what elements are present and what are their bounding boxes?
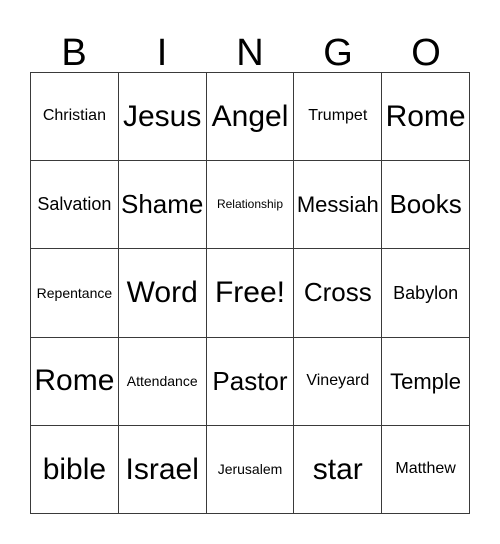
bingo-cell-g4[interactable]: Vineyard <box>294 337 383 426</box>
bingo-cell-b4[interactable]: Rome <box>31 337 119 426</box>
bingo-cell-label: Temple <box>390 368 462 394</box>
header-letter-b: B <box>61 32 87 74</box>
bingo-cell-g2[interactable]: Messiah <box>294 161 383 250</box>
bingo-cell-label: Angel <box>211 99 289 133</box>
bingo-cell-label: Repentance <box>36 284 113 301</box>
bingo-cell-label: Jesus <box>123 99 202 133</box>
bingo-cell-label: Jerusalem <box>217 461 283 478</box>
header-letter-o: O <box>411 32 441 74</box>
bingo-cell-b2[interactable]: Salvation <box>31 161 119 250</box>
bingo-cell-i3[interactable]: Word <box>118 249 207 338</box>
bingo-cell-label: Trumpet <box>308 107 368 125</box>
bingo-cell-o4[interactable]: Temple <box>382 337 470 426</box>
bingo-cell-label: Rome <box>385 99 466 133</box>
free-space-label: Free! <box>214 276 285 310</box>
bingo-cell-label: Vineyard <box>306 371 370 389</box>
bingo-cell-label: Matthew <box>395 459 456 477</box>
bingo-cell-label: Christian <box>42 107 106 125</box>
bingo-cell-o2[interactable]: Books <box>382 161 470 250</box>
bingo-cell-i2[interactable]: Shame <box>118 161 207 250</box>
bingo-cell-b5[interactable]: bible <box>31 425 119 514</box>
bingo-cell-i4[interactable]: Attendance <box>118 337 207 426</box>
bingo-cell-label: Cross <box>303 277 372 308</box>
bingo-cell-o5[interactable]: Matthew <box>382 425 470 514</box>
bingo-cell-n4[interactable]: Pastor <box>206 337 295 426</box>
bingo-cell-o1[interactable]: Rome <box>382 73 470 162</box>
bingo-cell-label: Shame <box>121 189 204 220</box>
bingo-cell-i1[interactable]: Jesus <box>118 73 207 162</box>
bingo-cell-free-space[interactable]: Free! <box>206 249 295 338</box>
bingo-cell-label: Attendance <box>126 372 198 389</box>
bingo-cell-label: Pastor <box>212 365 288 396</box>
header-letter-n: N <box>236 32 264 74</box>
bingo-cell-i5[interactable]: Israel <box>118 425 207 514</box>
bingo-cell-o3[interactable]: Babylon <box>382 249 470 338</box>
bingo-cell-g1[interactable]: Trumpet <box>294 73 383 162</box>
bingo-cell-label: Word <box>126 276 198 310</box>
bingo-header-row: B I N G O <box>30 14 470 72</box>
bingo-cell-n2[interactable]: Relationship <box>206 161 295 250</box>
bingo-cell-label: Babylon <box>393 282 459 303</box>
bingo-cell-n1[interactable]: Angel <box>206 73 295 162</box>
bingo-cell-b1[interactable]: Christian <box>31 73 119 162</box>
bingo-cell-label: Israel <box>125 452 199 486</box>
bingo-cell-g3[interactable]: Cross <box>294 249 383 338</box>
bingo-cell-label: Relationship <box>216 197 284 212</box>
bingo-cell-label: Salvation <box>37 194 112 215</box>
bingo-card: B I N G O Christian Jesus Angel Trumpet … <box>0 0 500 544</box>
header-letter-g: G <box>323 32 353 74</box>
bingo-cell-label: Rome <box>34 364 115 398</box>
header-letter-i: I <box>156 32 168 74</box>
bingo-cell-g5[interactable]: star <box>294 425 383 514</box>
bingo-cell-label: Books <box>389 189 462 220</box>
bingo-cell-label: bible <box>42 452 107 486</box>
bingo-cell-b3[interactable]: Repentance <box>31 249 119 338</box>
bingo-cell-label: Messiah <box>296 192 379 218</box>
bingo-cell-label: star <box>312 452 363 486</box>
bingo-grid: Christian Jesus Angel Trumpet Rome Salva… <box>30 72 470 514</box>
bingo-cell-n5[interactable]: Jerusalem <box>206 425 295 514</box>
